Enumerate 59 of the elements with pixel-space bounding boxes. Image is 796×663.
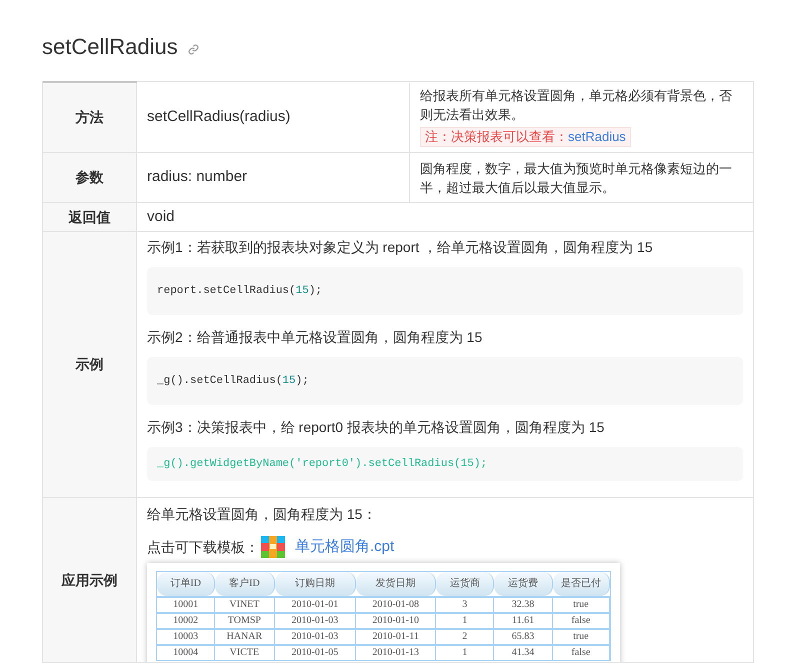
preview-table-cell: 2010-01-11 bbox=[356, 630, 436, 644]
code-block: report.setCellRadius(15); bbox=[147, 267, 743, 315]
row-label: 返回值 bbox=[68, 208, 110, 226]
note-text: 注：决策报表可以查看：setRadius bbox=[420, 127, 631, 147]
code-block: _g().setCellRadius(15); bbox=[147, 357, 743, 405]
example-caption: 示例3：决策报表中，给 report0 报表块的单元格设置圆角，圆角程度为 15 bbox=[147, 418, 606, 437]
cell-text: void bbox=[147, 206, 175, 227]
preview-table-cell: VINET bbox=[215, 598, 274, 612]
setradius-link[interactable]: setRadius bbox=[568, 129, 626, 144]
preview-table-cell: 2010-01-01 bbox=[274, 598, 356, 612]
preview-table-cell: 2010-01-10 bbox=[356, 614, 436, 628]
preview-header-cell: 运货费 bbox=[494, 572, 553, 596]
download-label: 点击可下载模板： bbox=[147, 538, 259, 557]
preview-table-cell: 1 bbox=[436, 614, 494, 628]
preview-table-cell: 3 bbox=[436, 598, 494, 612]
description-text: 给报表所有单元格设置圆角，单元格必须有背景色，否则无法看出效果。 bbox=[420, 87, 733, 124]
preview-table-cell: 41.34 bbox=[494, 646, 553, 660]
preview-table-cell: 65.83 bbox=[494, 630, 553, 644]
row-label: 参数 bbox=[76, 168, 104, 187]
row-label: 方法 bbox=[76, 108, 104, 127]
preview-table-cell: 11.61 bbox=[494, 614, 553, 628]
preview-table-cell: 2010-01-05 bbox=[274, 646, 356, 660]
preview-table-cell: 32.38 bbox=[494, 598, 553, 612]
cell-text: radius: number bbox=[147, 167, 248, 188]
preview-header-cell: 客户ID bbox=[215, 572, 274, 596]
description-text: 圆角程度，数字，最大值为预览时单元格像素短边的一半，超过最大值后以最大值显示。 bbox=[420, 160, 733, 196]
template-file-icon bbox=[261, 536, 285, 558]
preview-table-cell: 10001 bbox=[157, 598, 216, 612]
preview-header-cell: 订单ID bbox=[157, 572, 216, 596]
preview-header-cell: 是否已付 bbox=[552, 572, 610, 596]
preview-table-cell: 1 bbox=[436, 646, 494, 660]
preview-header-cell: 订购日期 bbox=[274, 572, 356, 596]
preview-table-cell: 2 bbox=[436, 630, 494, 644]
preview-table-cell: 2010-01-03 bbox=[274, 630, 356, 644]
example-caption: 示例2：给普通报表中单元格设置圆角，圆角程度为 15 bbox=[147, 328, 484, 347]
preview-table-cell: false bbox=[552, 614, 610, 628]
preview-header-cell: 发货日期 bbox=[356, 572, 436, 596]
intro-text: 给单元格设置圆角，圆角程度为 15： bbox=[147, 505, 378, 524]
code-block: _g().getWidgetByName('report0').setCellRadius(15); bbox=[147, 447, 743, 481]
preview-table-cell: 2010-01-13 bbox=[356, 646, 436, 660]
link-icon[interactable] bbox=[188, 44, 199, 54]
page-title: setCellRadius bbox=[42, 33, 178, 61]
preview-table-cell: 2010-01-08 bbox=[356, 598, 436, 612]
preview-table-cell: 10002 bbox=[157, 614, 216, 628]
preview-table-cell: TOMSP bbox=[215, 614, 274, 628]
preview-table-cell: true bbox=[552, 630, 610, 644]
preview-table-cell: 2010-01-03 bbox=[274, 614, 356, 628]
preview-header-cell: 运货商 bbox=[436, 572, 494, 596]
template-download-link[interactable]: 单元格圆角.cpt bbox=[295, 536, 394, 558]
row-label: 应用示例 bbox=[62, 570, 118, 590]
preview-table-cell: HANAR bbox=[215, 630, 274, 644]
preview-table-cell: 10004 bbox=[157, 646, 216, 660]
preview-table-cell: true bbox=[552, 598, 610, 612]
preview-table-cell: VICTE bbox=[215, 646, 274, 660]
preview-table-cell: 10003 bbox=[157, 630, 216, 644]
preview-table-cell: false bbox=[552, 646, 610, 660]
row-label: 示例 bbox=[76, 355, 104, 374]
cell-text: setCellRadius(radius) bbox=[147, 107, 290, 128]
example-caption: 示例1：若获取到的报表块对象定义为 report ，给单元格设置圆角，圆角程度为 15 bbox=[147, 238, 654, 257]
